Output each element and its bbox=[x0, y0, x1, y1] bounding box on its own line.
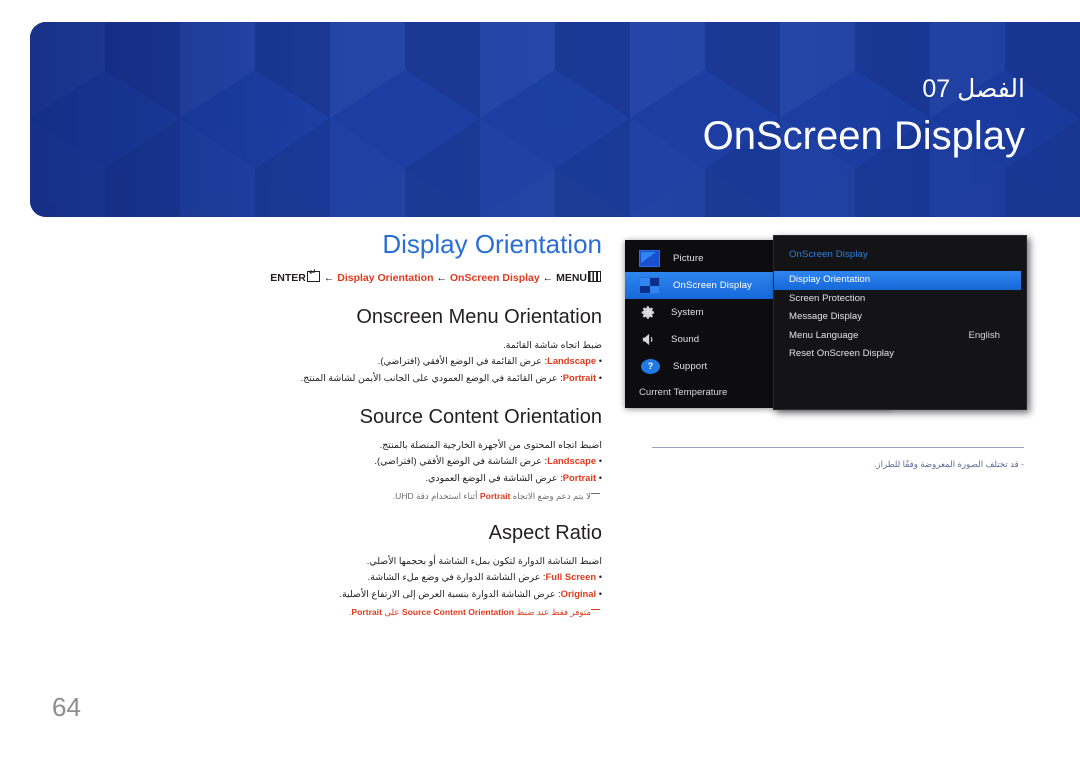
osd-menu-label: Picture bbox=[673, 253, 704, 264]
page-title: Display Orientation bbox=[382, 229, 602, 259]
section-description: ضبط اتجاه شاشة القائمة. bbox=[503, 339, 602, 350]
note-text-middle: على bbox=[384, 607, 400, 617]
option-item: • Portrait: عرض الشاشة في الوضع العمودي. bbox=[214, 470, 602, 487]
bullet-marker: • bbox=[598, 355, 602, 366]
option-keyword: Original bbox=[560, 587, 597, 599]
option-item: • Original: عرض الشاشة الدوارة بنسبة الع… bbox=[214, 586, 602, 603]
content-column: Display Orientation ENTER ← Display Orie… bbox=[214, 228, 602, 620]
option-text: : عرض الشاشة في الوضع الأفقي (افتراضي). bbox=[374, 455, 548, 466]
section-description: اضبط اتجاه المحتوى من الأجهزة الخارجية ا… bbox=[379, 439, 602, 450]
osd-submenu-title: OnScreen Display bbox=[789, 249, 868, 260]
osd-submenu-panel: OnScreen Display Display Orientation Scr… bbox=[773, 235, 1027, 410]
question-circle-icon: ? bbox=[641, 359, 660, 374]
option-item: • Portrait: عرض القائمة في الوضع العمودي… bbox=[214, 370, 602, 387]
osd-menu-label: OnScreen Display bbox=[673, 280, 752, 291]
chapter-label: الفصل 07 bbox=[922, 75, 1025, 103]
section-heading-onscreen-menu-orientation: Onscreen Menu Orientation bbox=[356, 306, 602, 328]
option-item: • Landscape: عرض القائمة في الوضع الأفقي… bbox=[214, 353, 602, 370]
picture-icon bbox=[639, 250, 660, 267]
section-heading-source-content-orientation: Source Content Orientation bbox=[359, 406, 602, 428]
section-note: متوفر فقط عند ضبط Source Content Orienta… bbox=[214, 605, 602, 620]
breadcrumb-arrow-1: ← bbox=[323, 272, 335, 284]
note-text-before: لا يتم دعم وضع الاتجاه bbox=[512, 491, 591, 501]
osd-submenu-item-reset-onscreen-display[interactable]: Reset OnScreen Display bbox=[774, 345, 1026, 364]
osd-submenu-value: English bbox=[968, 329, 1000, 341]
bullet-marker: • bbox=[598, 471, 602, 483]
note-keyword: Source Content Orientation bbox=[401, 607, 515, 617]
option-keyword: Full Screen bbox=[545, 571, 597, 582]
note-dash-icon bbox=[591, 609, 600, 610]
option-keyword: Landscape bbox=[547, 355, 597, 366]
osd-submenu-label: Menu Language bbox=[789, 329, 859, 341]
gear-icon bbox=[639, 305, 658, 320]
osd-submenu-item-display-orientation[interactable]: Display Orientation bbox=[774, 271, 1021, 290]
note-keyword-2: Portrait bbox=[351, 607, 382, 617]
option-item: • Landscape: عرض الشاشة في الوضع الأفقي … bbox=[214, 453, 602, 470]
menu-key-icon bbox=[588, 271, 601, 282]
breadcrumb-menu-label: MENU bbox=[556, 272, 587, 284]
option-text: : عرض القائمة في الوضع الأفقي (افتراضي). bbox=[377, 355, 548, 366]
osd-caption-text: - قد تختلف الصورة المعروضة وفقًا للطراز. bbox=[874, 459, 1024, 469]
option-keyword: Portrait bbox=[562, 371, 597, 383]
option-text: : عرض الشاشة الدوارة في وضع ملء الشاشة. bbox=[367, 571, 546, 582]
osd-menu-label: Support bbox=[673, 361, 708, 372]
option-text: : عرض الشاشة في الوضع العمودي. bbox=[425, 471, 563, 483]
osd-submenu-item-menu-language[interactable]: Menu Language English bbox=[774, 327, 1026, 346]
breadcrumb-step-1: Display Orientation bbox=[337, 272, 434, 284]
option-keyword: Portrait bbox=[562, 471, 597, 483]
osd-submenu-label: Display Orientation bbox=[789, 274, 871, 285]
breadcrumb-enter-label: ENTER bbox=[270, 272, 306, 284]
option-text: : عرض القائمة في الوضع العمودي على الجان… bbox=[300, 371, 563, 383]
chapter-title: OnScreen Display bbox=[702, 114, 1025, 158]
breadcrumb-arrow-3: ← bbox=[542, 272, 554, 284]
enter-key-icon bbox=[306, 268, 320, 282]
speaker-icon bbox=[639, 332, 658, 347]
osd-screenshot: Picture OnScreen Display System Sound ? … bbox=[625, 235, 1027, 413]
osd-menu-label: System bbox=[671, 307, 704, 318]
note-dash-icon bbox=[591, 493, 600, 494]
osd-submenu-item-message-display[interactable]: Message Display bbox=[774, 308, 1026, 327]
banner-text-block: الفصل 07 OnScreen Display bbox=[703, 74, 1025, 162]
breadcrumb-arrow-2: ← bbox=[436, 272, 447, 284]
option-keyword: Landscape bbox=[547, 455, 597, 466]
osd-submenu-label: Reset OnScreen Display bbox=[789, 348, 895, 359]
option-text: : عرض الشاشة الدوارة بنسبة العرض إلى الا… bbox=[339, 587, 561, 599]
bullet-marker: • bbox=[598, 587, 602, 599]
breadcrumb: ENTER ← Display Orientation ← OnScreen D… bbox=[214, 268, 602, 286]
breadcrumb-step-2: OnScreen Display bbox=[449, 272, 540, 284]
bullet-marker: • bbox=[598, 371, 602, 383]
osd-temperature-label: Current Temperature bbox=[639, 386, 728, 398]
chapter-banner: الفصل 07 OnScreen Display bbox=[30, 22, 1080, 217]
osd-submenu-label: Screen Protection bbox=[789, 292, 866, 304]
note-text-before: متوفر فقط عند ضبط bbox=[516, 607, 591, 617]
note-keyword: Portrait bbox=[479, 491, 511, 501]
bullet-marker: • bbox=[598, 455, 602, 466]
section-description: اضبط الشاشة الدوارة لتكون بملء الشاشة أو… bbox=[366, 555, 602, 566]
osd-caption-block: - قد تختلف الصورة المعروضة وفقًا للطراز. bbox=[652, 447, 1024, 471]
osd-submenu-label: Message Display bbox=[789, 311, 863, 322]
onscreen-display-icon bbox=[639, 277, 660, 294]
option-item: • Full Screen: عرض الشاشة الدوارة في وضع… bbox=[214, 569, 602, 586]
caption-divider bbox=[652, 447, 1024, 448]
bullet-marker: • bbox=[598, 571, 602, 582]
note-text-after: أثناء استخدام دقة UHD. bbox=[392, 491, 478, 501]
section-heading-aspect-ratio: Aspect Ratio bbox=[488, 522, 602, 544]
osd-submenu-list: Display Orientation Screen Protection Me… bbox=[774, 271, 1026, 364]
osd-submenu-item-screen-protection[interactable]: Screen Protection bbox=[774, 290, 1026, 309]
section-note: لا يتم دعم وضع الاتجاه Portrait أثناء اس… bbox=[214, 489, 602, 504]
osd-menu-label: Sound bbox=[671, 334, 700, 345]
page-number: 64 bbox=[52, 692, 81, 722]
